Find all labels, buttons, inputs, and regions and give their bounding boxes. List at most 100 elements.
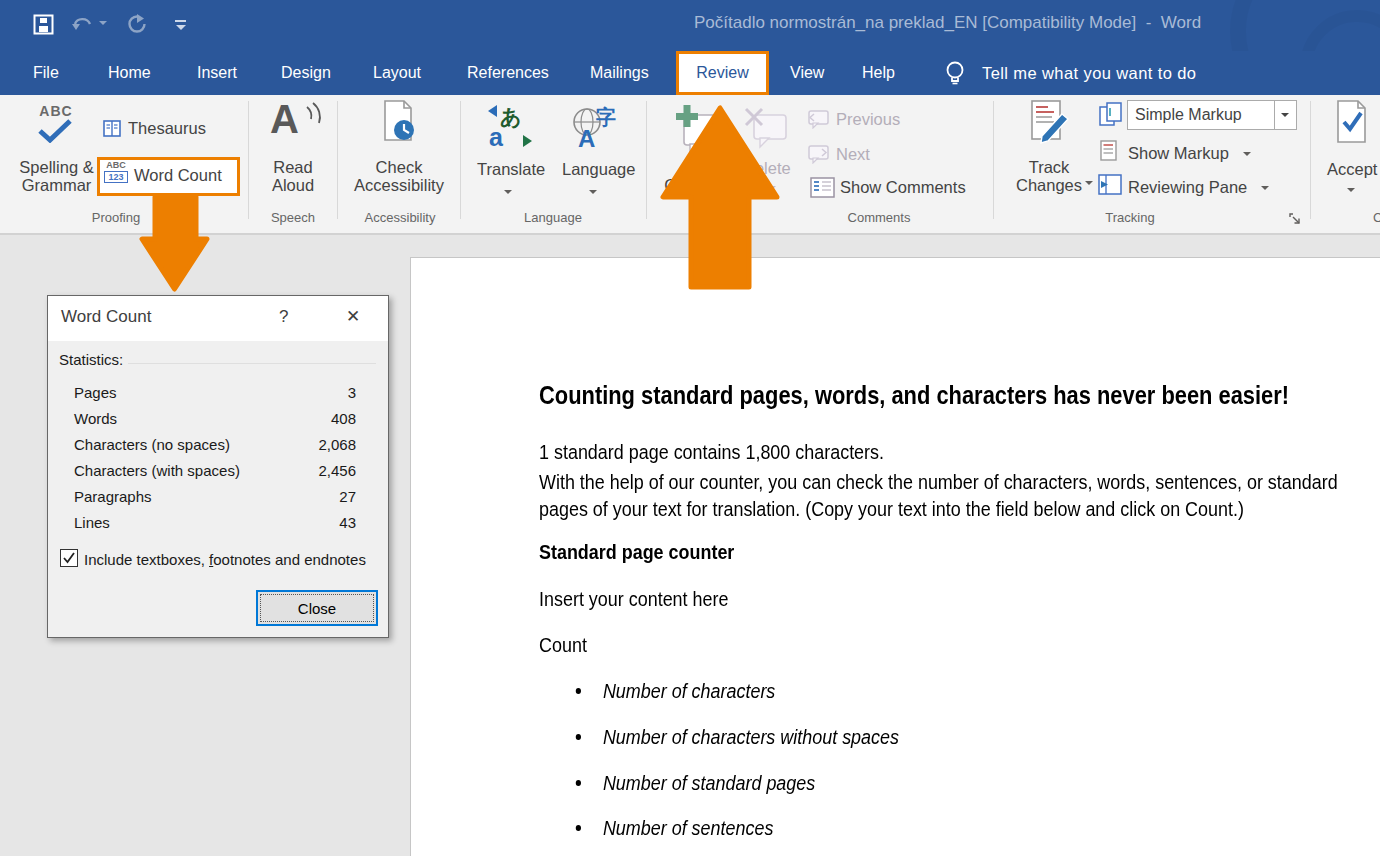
translate-icon: あ a xyxy=(487,102,533,150)
stat-value: 43 xyxy=(339,514,356,534)
next-comment-icon xyxy=(806,144,830,164)
bullet-icon xyxy=(576,825,581,831)
spelling-check-icon xyxy=(36,119,76,143)
previous-comment-icon xyxy=(806,109,830,129)
track-changes-dropdown-caret xyxy=(1085,181,1093,185)
title-bar: Počítadlo normostrán_na preklad_EN [Comp… xyxy=(0,0,1380,51)
thesaurus-icon xyxy=(103,120,122,137)
tab-references[interactable]: References xyxy=(467,51,549,95)
accessibility-group-label: Accessibility xyxy=(355,210,445,228)
dialog-help-button[interactable]: ? xyxy=(279,307,288,327)
translate-button[interactable]: Translate xyxy=(477,160,545,179)
track-changes-button[interactable]: Track Changes xyxy=(1012,158,1086,194)
dialog-close-x-button[interactable]: ✕ xyxy=(346,306,360,327)
undo-dropdown-caret[interactable] xyxy=(99,21,107,25)
svg-text:字: 字 xyxy=(596,106,616,128)
tab-view[interactable]: View xyxy=(790,51,824,95)
read-aloud-waves-icon xyxy=(305,101,323,125)
spelling-label-line1: Spelling & xyxy=(19,158,93,176)
read-aloud-icon: A xyxy=(270,97,310,142)
stat-label: Pages xyxy=(74,384,117,404)
track-changes-label-line2: Changes xyxy=(1016,176,1082,194)
save-icon[interactable] xyxy=(33,14,54,35)
tell-me-box[interactable]: Tell me what you want to do xyxy=(982,51,1196,95)
window-title: Počítadlo normostrán_na preklad_EN [Comp… xyxy=(694,13,1201,33)
word-count-button[interactable]: Word Count xyxy=(134,166,222,185)
next-comment-button[interactable]: Next xyxy=(836,145,870,164)
show-markup-caret xyxy=(1243,152,1251,156)
accept-icon xyxy=(1334,100,1370,146)
comments-group-label: Comments xyxy=(836,210,922,228)
show-markup-button[interactable]: Show Markup xyxy=(1128,144,1229,163)
group-separator xyxy=(337,101,338,219)
tab-insert[interactable]: Insert xyxy=(197,51,237,95)
svg-text:a: a xyxy=(489,123,504,150)
tab-design[interactable]: Design xyxy=(281,51,331,95)
ribbon-tab-bar: File Home Insert Design Layout Reference… xyxy=(0,51,1380,95)
check-accessibility-icon xyxy=(382,100,416,144)
stat-value: 2,068 xyxy=(318,436,356,456)
changes-group-label: C xyxy=(1373,210,1380,228)
speech-group-label: Speech xyxy=(250,210,336,228)
stat-row-pages: Pages3 xyxy=(74,384,356,404)
group-separator xyxy=(646,101,647,219)
group-separator xyxy=(1310,101,1311,219)
display-for-review-value: Simple Markup xyxy=(1135,106,1242,124)
previous-comment-button[interactable]: Previous xyxy=(836,110,900,129)
doc-subheading: Standard page counter xyxy=(539,539,734,565)
doc-bullet-1-text: Number of characters xyxy=(603,679,775,702)
doc-para1: 1 standard page contains 1,800 character… xyxy=(539,439,884,465)
display-for-review-combo[interactable]: Simple Markup xyxy=(1127,100,1297,130)
group-separator xyxy=(460,101,461,219)
annotation-arrow-up xyxy=(655,100,785,295)
qat-customize-caret[interactable] xyxy=(176,25,186,30)
check-accessibility-label-line2: Accessibility xyxy=(354,176,444,194)
check-accessibility-label-line1: Check xyxy=(376,158,423,176)
undo-icon[interactable] xyxy=(72,16,94,34)
accept-dropdown-caret xyxy=(1347,188,1355,192)
track-changes-label-line1: Track xyxy=(1029,158,1070,176)
qat-customize-bar[interactable] xyxy=(175,20,186,22)
show-comments-button[interactable]: Show Comments xyxy=(840,178,966,197)
stat-value: 408 xyxy=(331,410,356,430)
tracking-dialog-launcher-icon[interactable] xyxy=(1289,213,1302,226)
doc-para2-line2-pre: pages of your text for translation. (Cop… xyxy=(539,497,1185,520)
language-button[interactable]: Language xyxy=(562,160,635,179)
language-group-label: Language xyxy=(510,210,596,228)
word-count-icon-abc: ABC xyxy=(106,160,126,170)
doc-para2-line2: pages of your text for translation. (Cop… xyxy=(539,496,1244,522)
doc-heading: Counting standard pages, words, and char… xyxy=(539,382,1289,408)
doc-bullet-2-text: Number of characters without spaces xyxy=(603,725,899,748)
show-markup-icon xyxy=(1100,140,1118,162)
stat-value: 27 xyxy=(339,488,356,508)
group-separator xyxy=(248,101,249,219)
doc-bullet-2: Number of characters without spaces xyxy=(539,724,899,750)
combo-caret-icon xyxy=(1281,113,1289,117)
doc-bullet-4-text: Number of sentences xyxy=(603,816,774,839)
stat-label: Paragraphs xyxy=(74,488,152,508)
lightbulb-icon xyxy=(945,60,965,87)
accept-button[interactable]: Accept xyxy=(1327,160,1377,179)
spelling-grammar-button[interactable]: Spelling & Grammar xyxy=(8,158,105,194)
svg-text:A: A xyxy=(578,125,595,150)
tab-file[interactable]: File xyxy=(33,51,59,95)
document-page[interactable]: Counting standard pages, words, and char… xyxy=(410,257,1380,856)
tab-review-active[interactable]: Review xyxy=(676,51,769,95)
read-aloud-button[interactable]: Read Aloud xyxy=(255,158,331,194)
thesaurus-button[interactable]: Thesaurus xyxy=(128,119,206,138)
doc-bullet-3: Number of standard pages xyxy=(539,770,815,796)
reviewing-pane-button[interactable]: Reviewing Pane xyxy=(1128,178,1247,197)
stat-row-chars-no-spaces: Characters (no spaces)2,068 xyxy=(74,436,356,456)
tab-mailings[interactable]: Mailings xyxy=(590,51,649,95)
doc-bullet-1: Number of characters xyxy=(539,678,775,704)
include-textboxes-label: Include textboxes, footnotes and endnote… xyxy=(84,551,366,568)
display-for-review-dropdown[interactable] xyxy=(1274,101,1296,129)
tab-help[interactable]: Help xyxy=(862,51,895,95)
check-accessibility-button[interactable]: Check Accessibility xyxy=(350,158,448,194)
tab-layout[interactable]: Layout xyxy=(373,51,421,95)
word-count-icon-123: 123 xyxy=(108,172,123,182)
redo-icon[interactable] xyxy=(127,14,147,35)
include-textboxes-checkbox[interactable] xyxy=(60,549,78,567)
dialog-close-button[interactable]: Close xyxy=(256,590,378,626)
tab-home[interactable]: Home xyxy=(108,51,151,95)
